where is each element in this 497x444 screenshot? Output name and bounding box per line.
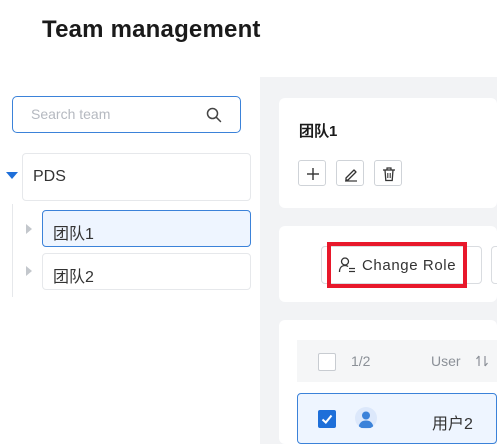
tree-node-team-1[interactable]: 团队1 bbox=[42, 210, 251, 247]
tree-root-node[interactable]: PDS bbox=[22, 153, 251, 201]
expand-caret-icon[interactable] bbox=[26, 224, 32, 234]
delete-team-button[interactable] bbox=[374, 160, 402, 186]
tree-node-label: 团队2 bbox=[53, 269, 94, 286]
avatar bbox=[355, 407, 377, 429]
select-all-checkbox[interactable] bbox=[318, 353, 336, 371]
sort-icon[interactable] bbox=[475, 354, 489, 373]
tree-root-label: PDS bbox=[33, 168, 66, 185]
tree-guide-line bbox=[12, 204, 13, 297]
toolbar-button-partial[interactable] bbox=[491, 246, 497, 284]
check-icon bbox=[321, 414, 333, 424]
selection-count: 1/2 bbox=[351, 353, 371, 369]
row-checkbox[interactable] bbox=[318, 410, 336, 428]
team-name: 团队1 bbox=[299, 123, 338, 140]
tree-node-label: 团队1 bbox=[53, 226, 94, 243]
table-row[interactable]: 用户2 bbox=[297, 393, 497, 444]
collapse-caret-icon[interactable] bbox=[6, 172, 18, 179]
trash-icon bbox=[383, 167, 395, 182]
search-icon[interactable] bbox=[206, 107, 222, 123]
plus-icon bbox=[307, 168, 319, 180]
page-title: Team management bbox=[42, 16, 261, 43]
expand-caret-icon[interactable] bbox=[26, 266, 32, 276]
user-name: 用户2 bbox=[432, 416, 473, 433]
pencil-icon bbox=[345, 169, 357, 182]
add-member-button[interactable] bbox=[298, 160, 326, 186]
team-info-card: 团队1 bbox=[279, 98, 497, 208]
search-input[interactable] bbox=[31, 106, 201, 122]
tree-node-team-2[interactable]: 团队2 bbox=[42, 253, 251, 290]
edit-team-button[interactable] bbox=[336, 160, 364, 186]
user-avatar-icon bbox=[358, 411, 374, 428]
search-box[interactable] bbox=[12, 96, 241, 133]
column-header-user[interactable]: User bbox=[431, 353, 461, 369]
highlight-annotation bbox=[327, 242, 467, 288]
table-header: 1/2 User bbox=[297, 340, 497, 382]
